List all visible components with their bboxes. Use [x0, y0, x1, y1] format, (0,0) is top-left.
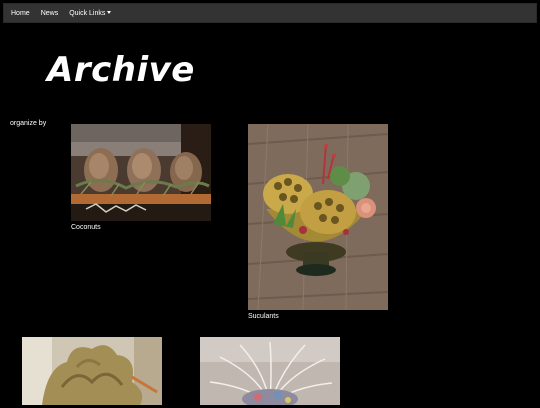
- quick-links-label: Quick Links: [69, 9, 106, 17]
- nav-news-link[interactable]: News: [41, 10, 59, 17]
- gold-leaf-arrangement-image: [22, 337, 162, 405]
- gallery-item-4: [200, 337, 340, 408]
- gallery-item-suculants: Suculants: [248, 124, 388, 320]
- gallery-thumbnail[interactable]: [22, 337, 162, 405]
- caret-down-icon: [107, 11, 112, 15]
- top-navbar: Home News Quick Links: [3, 3, 537, 23]
- organize-by-label: organize by: [10, 120, 47, 127]
- gallery-thumbnail[interactable]: [200, 337, 340, 405]
- nav-home-link[interactable]: Home: [11, 10, 30, 17]
- suculants-image: [248, 124, 388, 310]
- gallery-item-3: [22, 337, 162, 408]
- page-title: Archive: [47, 50, 195, 90]
- white-branches-arrangement-image: [200, 337, 340, 405]
- gallery-caption: Coconuts: [71, 224, 101, 231]
- coconuts-thumbnail[interactable]: [71, 124, 211, 221]
- coconuts-image: [71, 124, 211, 221]
- suculants-thumbnail[interactable]: [248, 124, 388, 310]
- gallery-caption: Suculants: [248, 313, 279, 320]
- nav-quick-links-dropdown[interactable]: Quick Links: [69, 9, 112, 17]
- gallery-item-coconuts: Coconuts: [71, 124, 211, 231]
